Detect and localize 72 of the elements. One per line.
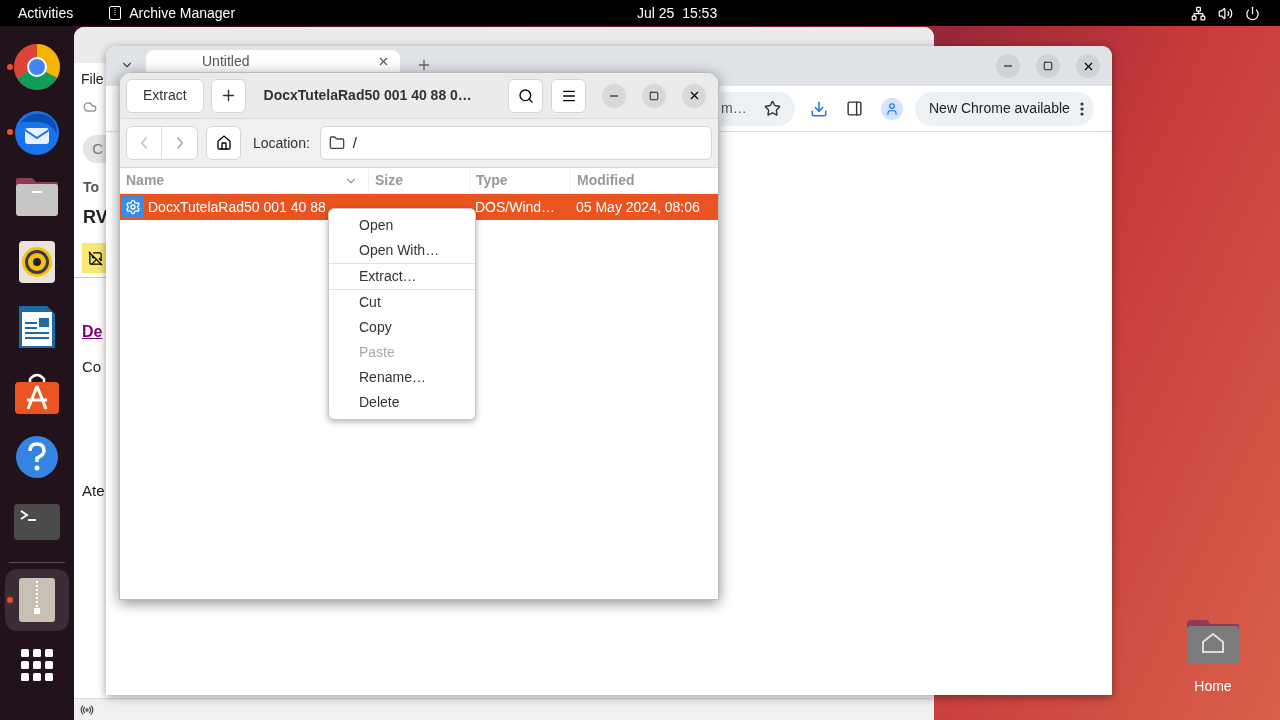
download-icon[interactable] [810,99,828,118]
menu-item[interactable]: Extract… [329,264,475,289]
browser-tab[interactable]: Untitled [146,50,400,72]
home-button[interactable] [206,126,241,160]
close-button[interactable] [682,83,706,108]
mail-bird-icon [13,108,61,156]
dock-item[interactable] [5,569,69,631]
body-text: Ate [82,481,105,501]
zipped-box-icon [109,6,122,20]
folder-icon [328,135,345,151]
address-text: m… [721,99,747,118]
folder-icon[interactable] [1185,618,1241,666]
address-bar[interactable]: m… [721,91,795,126]
bookmark-star-icon[interactable] [764,100,781,117]
update-label: New Chrome available [929,99,1070,118]
maximize-icon [649,90,659,101]
clock[interactable]: Jul 25 15:53 [637,2,718,24]
chevron-right-icon [176,137,183,149]
more-icon [1079,101,1084,116]
app-grid-icon [21,649,53,681]
menu-button[interactable] [551,78,586,113]
table-cell-text: DOS/Wind… [474,197,557,217]
blocked-image-icon [88,250,103,266]
search-button[interactable] [508,78,543,113]
chevron-left-icon [141,137,147,149]
home-icon [215,135,232,151]
zipped-box-icon [19,578,55,622]
profile-avatar[interactable] [881,97,903,120]
minimize-button[interactable] [602,83,626,108]
cloud-icon [83,100,97,114]
tab-title: Untitled [202,51,250,71]
body-text: Co [82,357,102,377]
table-cell-text: DocxTutelaRad50 001 40 88 [148,197,326,217]
person-icon [885,101,899,116]
desktop-icon-label[interactable]: Home [1194,676,1232,697]
menu-item[interactable]: Cut [329,290,475,315]
extract-button[interactable]: Extract [126,78,204,113]
menu-item[interactable]: File [81,69,104,90]
subject-text: RV [83,206,108,229]
header-button[interactable]: C [83,135,106,163]
menu-item[interactable]: Copy [329,315,475,340]
menu-item[interactable]: Rename… [329,365,475,390]
update-button[interactable]: New Chrome available [915,91,1094,126]
maximize-button[interactable] [642,83,666,108]
search-icon [517,87,534,104]
window-title: DocxTutelaRad50 001 40 88 0… [263,86,472,105]
activities-button[interactable]: Activities [18,2,74,24]
gear-file-icon [122,196,144,218]
volume-icon[interactable] [1218,5,1233,21]
power-icon[interactable] [1245,5,1260,21]
minimize-button[interactable] [996,54,1020,78]
side-panel-icon[interactable] [846,100,863,117]
location-label: Location: [253,133,310,153]
maximize-icon [1043,61,1053,71]
close-button[interactable] [1076,54,1100,78]
to-label: To [83,178,100,197]
network-icon[interactable] [1191,5,1206,21]
speaker-icon [18,240,56,284]
app-menu[interactable]: Archive Manager [129,2,236,24]
document-icon [18,304,56,350]
menu-item[interactable]: Delete [329,390,475,415]
table-cell-text: 05 May 2024, 08:06 [575,197,701,217]
menu-item[interactable]: Open With… [329,238,475,263]
browser-icon [13,43,61,91]
help-icon [15,435,59,479]
new-tab-icon[interactable] [416,57,432,73]
activity-icon [80,702,94,717]
folder-icon [14,176,60,218]
maximize-button[interactable] [1036,54,1060,78]
link[interactable]: De [82,320,103,344]
location-field[interactable]: / [319,126,712,160]
terminal-icon [14,504,60,540]
